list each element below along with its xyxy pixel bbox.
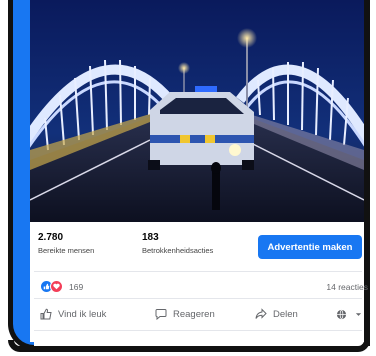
- reaction-count: 169: [69, 281, 84, 292]
- phone-frame: 2.780 Bereikte mensen 183 Betrokkenheids…: [0, 0, 376, 356]
- like-label: Vind ik leuk: [58, 308, 107, 320]
- divider: [34, 330, 362, 331]
- chevron-down-icon: [355, 312, 362, 316]
- love-reaction-icon: [50, 280, 63, 293]
- share-icon: [255, 308, 267, 319]
- comment-icon: [155, 309, 167, 320]
- reach-value: 2.780: [38, 232, 64, 243]
- comment-label: Reageren: [173, 308, 215, 320]
- action-bar: Vind ik leuk Reageren Delen: [30, 302, 364, 326]
- audience-selector[interactable]: [336, 302, 368, 326]
- divider: [34, 298, 362, 299]
- like-button[interactable]: Vind ik leuk: [40, 302, 106, 326]
- share-label: Delen: [273, 308, 298, 320]
- comment-count[interactable]: 14 reacties: [326, 282, 368, 292]
- create-ad-button[interactable]: Advertentie maken: [258, 235, 362, 259]
- phone-right-edge: [364, 0, 370, 346]
- engagement-label: Betrokkenheidsacties: [142, 246, 214, 255]
- comment-button[interactable]: Reageren: [155, 302, 215, 326]
- share-button[interactable]: Delen: [255, 302, 298, 326]
- thumbs-up-icon: [40, 308, 52, 320]
- police-car-bridge-image: [30, 0, 364, 222]
- divider: [34, 271, 362, 272]
- post-card: 2.780 Bereikte mensen 183 Betrokkenheids…: [30, 0, 368, 342]
- reaction-summary[interactable]: 169: [40, 280, 83, 293]
- reach-label: Bereikte mensen: [38, 246, 95, 255]
- engagement-value: 183: [142, 232, 159, 243]
- post-photo[interactable]: [30, 0, 364, 222]
- globe-icon: [336, 309, 347, 319]
